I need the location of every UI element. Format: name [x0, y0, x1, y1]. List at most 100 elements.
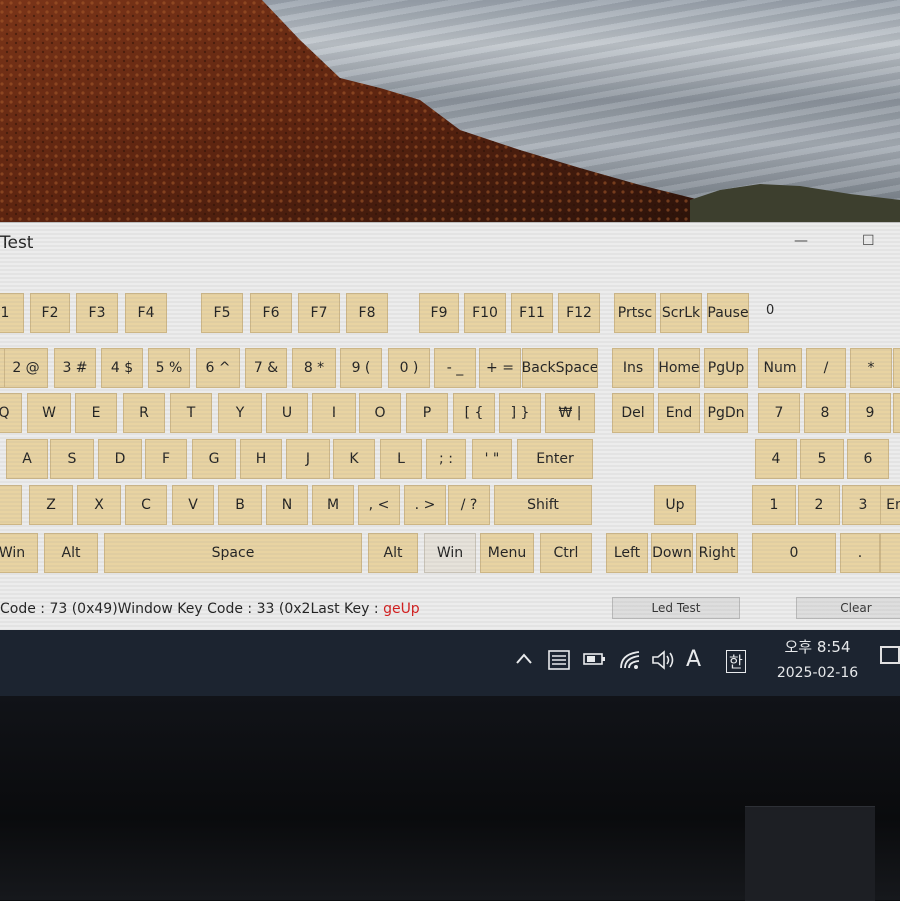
key-f2[interactable]: F2 [30, 293, 70, 333]
led-test-button[interactable]: Led Test [612, 597, 740, 619]
key-kz[interactable]: Z [29, 485, 73, 525]
wifi-icon[interactable] [619, 650, 641, 675]
key-ku[interactable]: U [266, 393, 308, 433]
key-kwon[interactable]: ₩ | [545, 393, 595, 433]
key-k9[interactable]: 9 ( [340, 348, 382, 388]
key-left[interactable]: Left [606, 533, 648, 573]
clear-button[interactable]: Clear [796, 597, 900, 619]
key-f10[interactable]: F10 [464, 293, 506, 333]
key-rwin[interactable]: Win [424, 533, 476, 573]
key-kk[interactable]: K [333, 439, 375, 479]
key-rshift[interactable]: Shift [494, 485, 592, 525]
key-f9[interactable]: F9 [419, 293, 459, 333]
key-kequal[interactable]: + = [479, 348, 521, 388]
key-kbracketl[interactable]: [ { [453, 393, 495, 433]
key-num1[interactable]: 1 [752, 485, 796, 525]
key-num3[interactable]: 3 [842, 485, 884, 525]
key-kminus[interactable]: - _ [434, 348, 476, 388]
key-kj[interactable]: J [286, 439, 330, 479]
key-k3[interactable]: 3 # [54, 348, 96, 388]
key-numminus[interactable] [893, 348, 900, 388]
key-pgup[interactable]: PgUp [704, 348, 748, 388]
key-k4[interactable]: 4 $ [101, 348, 143, 388]
key-ka[interactable]: A [6, 439, 48, 479]
key-kh[interactable]: H [240, 439, 282, 479]
key-pgdn[interactable]: PgDn [704, 393, 748, 433]
key-kr[interactable]: R [123, 393, 165, 433]
key-kperiod[interactable]: . > [404, 485, 446, 525]
key-kbracketr[interactable]: ] } [499, 393, 541, 433]
key-num6[interactable]: 6 [847, 439, 889, 479]
key-right[interactable]: Right [696, 533, 738, 573]
key-num7[interactable]: 7 [758, 393, 800, 433]
key-numlock[interactable]: Num [758, 348, 802, 388]
key-f6[interactable]: F6 [250, 293, 292, 333]
key-kt[interactable]: T [170, 393, 212, 433]
key-num2[interactable]: 2 [798, 485, 840, 525]
key-numstar[interactable]: * [850, 348, 892, 388]
key-num9[interactable]: 9 [849, 393, 891, 433]
key-kd[interactable]: D [98, 439, 142, 479]
key-k2[interactable]: 2 @ [4, 348, 48, 388]
key-ins[interactable]: Ins [612, 348, 654, 388]
key-rctrl[interactable]: Ctrl [540, 533, 592, 573]
key-k0[interactable]: 0 ) [388, 348, 430, 388]
korean-ime-indicator[interactable]: 한 [726, 650, 746, 673]
system-clock[interactable]: 오후 8:54 2025-02-16 [770, 636, 865, 681]
key-kquote[interactable]: ' " [472, 439, 512, 479]
key-lalt[interactable]: Alt [44, 533, 98, 573]
key-k8[interactable]: 8 * [292, 348, 336, 388]
key-kcomma[interactable]: , < [358, 485, 400, 525]
key-backspace[interactable]: BackSpace [522, 348, 598, 388]
key-num0[interactable]: 0 [752, 533, 836, 573]
key-kq[interactable]: Q [0, 393, 22, 433]
key-prtsc[interactable]: Prtsc [614, 293, 656, 333]
key-kn[interactable]: N [266, 485, 308, 525]
key-kg[interactable]: G [192, 439, 236, 479]
key-f11[interactable]: F11 [511, 293, 553, 333]
key-scrlk[interactable]: ScrLk [660, 293, 702, 333]
key-ralt[interactable]: Alt [368, 533, 418, 573]
keyboard-icon[interactable] [548, 650, 570, 675]
key-numslash[interactable]: / [806, 348, 846, 388]
volume-icon[interactable] [651, 650, 677, 675]
key-f12[interactable]: F12 [558, 293, 600, 333]
key-space[interactable]: Space [104, 533, 362, 573]
chevron-up-icon[interactable] [514, 650, 534, 670]
key-numenter2[interactable] [880, 533, 900, 573]
key-kf[interactable]: F [145, 439, 187, 479]
key-home[interactable]: Home [658, 348, 700, 388]
key-k7[interactable]: 7 & [245, 348, 287, 388]
key-k6[interactable]: 6 ^ [196, 348, 240, 388]
key-k5[interactable]: 5 % [148, 348, 190, 388]
key-f7[interactable]: F7 [298, 293, 340, 333]
key-km[interactable]: M [312, 485, 354, 525]
key-lwin[interactable]: Win [0, 533, 38, 573]
key-ksemi[interactable]: ; : [426, 439, 466, 479]
key-down[interactable]: Down [651, 533, 693, 573]
key-ke[interactable]: E [75, 393, 117, 433]
key-ko[interactable]: O [359, 393, 401, 433]
key-kp[interactable]: P [406, 393, 448, 433]
key-kv[interactable]: V [172, 485, 214, 525]
key-ks[interactable]: S [50, 439, 94, 479]
key-numenter[interactable]: En [880, 485, 900, 525]
key-num8[interactable]: 8 [804, 393, 846, 433]
key-f8[interactable]: F8 [346, 293, 388, 333]
ime-mode-indicator[interactable]: A [686, 647, 701, 672]
key-f1[interactable]: 1 [0, 293, 24, 333]
key-menu[interactable]: Menu [480, 533, 534, 573]
key-ki[interactable]: I [312, 393, 356, 433]
key-f5[interactable]: F5 [201, 293, 243, 333]
notification-icon[interactable] [880, 646, 900, 664]
key-num5[interactable]: 5 [800, 439, 844, 479]
key-kslash[interactable]: / ? [448, 485, 490, 525]
key-lshift[interactable] [0, 485, 22, 525]
key-numplus[interactable] [893, 393, 900, 433]
key-kb[interactable]: B [218, 485, 262, 525]
key-pause[interactable]: Pause [707, 293, 749, 333]
battery-icon[interactable] [583, 650, 607, 673]
key-kx[interactable]: X [77, 485, 121, 525]
key-end[interactable]: End [658, 393, 700, 433]
key-ky[interactable]: Y [218, 393, 262, 433]
